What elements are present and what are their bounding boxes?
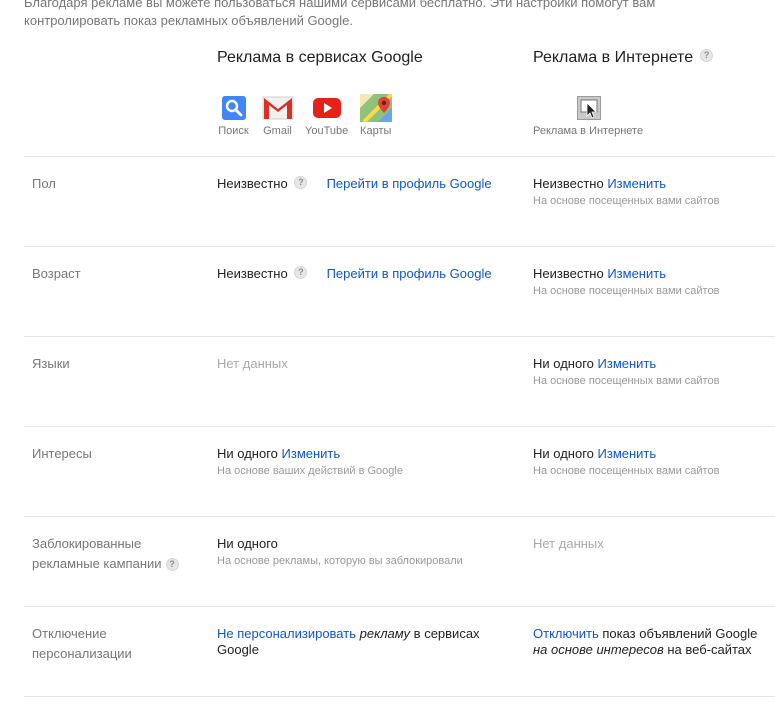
row-label: Языки	[32, 356, 70, 371]
youtube-icon	[310, 94, 343, 122]
note-text: На основе посещенных вами сайтов	[533, 465, 720, 477]
google-cell: Неизвестно ? Перейти в профиль Google	[217, 266, 507, 282]
note-text: На основе посещенных вами сайтов	[533, 375, 720, 387]
row-label: Пол	[32, 176, 56, 191]
setting-row-age: Возраст Неизвестно ? Перейти в профиль G…	[24, 246, 775, 336]
edit-link[interactable]: Изменить	[607, 176, 666, 191]
edit-link[interactable]: Изменить	[598, 446, 657, 461]
note-text: На основе посещенных вами сайтов	[533, 285, 720, 297]
row-label-line-1: Заблокированные	[32, 536, 142, 551]
value-text: Неизвестно	[533, 266, 604, 281]
help-icon[interactable]: ?	[700, 48, 714, 62]
web-cell: Ни одного Изменить На основе посещенных …	[533, 356, 773, 388]
service-label: YouTube	[305, 125, 349, 137]
google-profile-link[interactable]: Перейти в профиль Google	[327, 266, 492, 281]
intro-line-2: контролировать показ рекламных объявлени…	[24, 13, 353, 28]
note-text: На основе рекламы, которую вы заблокиров…	[217, 555, 463, 567]
google-services-column-title: Реклама в сервисах Google	[217, 49, 423, 66]
google-cell: Не персонализировать рекламу в сервисах …	[217, 626, 507, 658]
setting-row-interests: Интересы Ни одного Изменить На основе ва…	[24, 426, 775, 516]
service-search: Поиск	[217, 94, 250, 138]
row-label: Заблокированные рекламные кампании?	[32, 534, 182, 574]
value-text: Неизвестно	[533, 176, 604, 191]
opt-out-web-text: Отключить показ объявлений Google	[533, 626, 773, 642]
help-icon[interactable]: ?	[294, 176, 308, 190]
google-cell: Ни одного На основе рекламы, которую вы …	[217, 536, 507, 568]
do-not-personalize-link[interactable]: Не персонализировать	[217, 626, 356, 641]
intro-text: Благодаря рекламе вы можете пользоваться…	[24, 0, 724, 30]
edit-link[interactable]: Изменить	[607, 266, 666, 281]
row-label: Интересы	[32, 446, 92, 461]
web-ads-icon-label: Реклама в Интернете	[533, 125, 644, 137]
value-text: Ни одного	[533, 356, 594, 371]
web-ads-column-title: Реклама в Интернете ?	[533, 48, 714, 67]
value-text: Ни одного	[217, 446, 278, 461]
setting-row-opt-out: Отключение персонализации Не персонализи…	[24, 606, 775, 697]
note-text: На основе посещенных вами сайтов	[533, 195, 720, 207]
intro-line-1: Благодаря рекламе вы можете пользоваться…	[24, 0, 656, 10]
service-gmail: Gmail	[261, 94, 294, 138]
no-data-text: Нет данных	[533, 536, 604, 551]
web-cell: Отключить показ объявлений Google на осн…	[533, 626, 773, 658]
google-cell: Неизвестно ? Перейти в профиль Google	[217, 176, 507, 192]
google-cell: Ни одного Изменить На основе ваших дейст…	[217, 446, 507, 478]
search-icon	[217, 94, 250, 122]
plain-text: на веб-сайтах	[667, 642, 752, 657]
italic-text: рекламу	[359, 626, 411, 641]
opt-out-web-text-line-2: на основе интересов на веб-сайтах	[533, 642, 773, 658]
service-label: Карты	[360, 125, 392, 137]
setting-row-blocked-campaigns: Заблокированные рекламные кампании? Ни о…	[24, 516, 775, 606]
note-text: На основе ваших действий в Google	[217, 465, 403, 477]
google-profile-link[interactable]: Перейти в профиль Google	[327, 176, 492, 191]
row-label-line-2: рекламные кампании?	[32, 554, 182, 574]
row-label-line-2: персонализации	[32, 646, 132, 661]
plain-text: показ объявлений Google	[602, 626, 758, 641]
google-cell: Нет данных	[217, 356, 507, 372]
help-icon[interactable]: ?	[294, 266, 308, 280]
web-cell: Неизвестно Изменить На основе посещенных…	[533, 266, 773, 298]
value-text: Ни одного	[533, 446, 594, 461]
value-text: Неизвестно	[217, 266, 288, 281]
google-services-list: Поиск Gmail YouTube Карты	[217, 94, 403, 138]
web-cell: Неизвестно Изменить На основе посещенных…	[533, 176, 773, 208]
opt-out-google-text-line-2: Google	[217, 642, 259, 657]
italic-text: на основе интересов	[533, 642, 664, 657]
web-cell: Нет данных	[533, 536, 773, 552]
plain-text: в сервисах	[413, 626, 480, 641]
row-label: Отключение персонализации	[32, 624, 182, 664]
value-text: Ни одного	[217, 536, 278, 551]
no-data-text: Нет данных	[217, 356, 288, 371]
row-label-line-1: Отключение	[32, 626, 107, 641]
service-label: Gmail	[263, 125, 292, 137]
help-icon[interactable]: ?	[165, 558, 179, 572]
setting-row-gender: Пол Неизвестно ? Перейти в профиль Googl…	[24, 156, 775, 246]
service-label: Поиск	[218, 125, 249, 137]
disable-link[interactable]: Отключить	[533, 626, 599, 641]
edit-link[interactable]: Изменить	[282, 446, 341, 461]
edit-link[interactable]: Изменить	[598, 356, 657, 371]
web-cell: Ни одного Изменить На основе посещенных …	[533, 446, 773, 478]
value-text: Неизвестно	[217, 176, 288, 191]
settings-table: Пол Неизвестно ? Перейти в профиль Googl…	[24, 156, 775, 697]
service-youtube: YouTube	[305, 94, 348, 138]
setting-row-languages: Языки Нет данных Ни одного Изменить На о…	[24, 336, 775, 426]
web-ads-icon-block: Реклама в Интернете	[533, 96, 643, 137]
web-ads-icon	[577, 96, 601, 120]
row-label: Возраст	[32, 266, 81, 281]
opt-out-google-text: Не персонализировать рекламу в сервисах	[217, 626, 507, 642]
maps-icon	[359, 94, 392, 122]
service-maps: Карты	[359, 94, 392, 138]
gmail-icon	[261, 94, 294, 122]
